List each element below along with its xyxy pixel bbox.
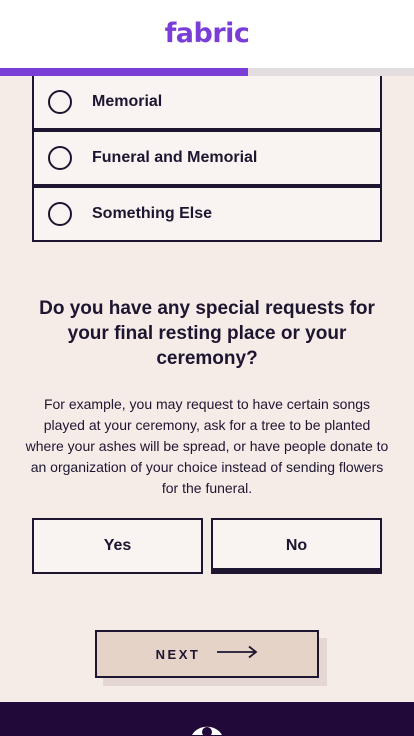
yes-button[interactable]: Yes bbox=[32, 518, 203, 574]
arrow-right-icon bbox=[216, 645, 258, 664]
option-label: Funeral and Memorial bbox=[92, 149, 258, 166]
option-something-else[interactable]: Something Else bbox=[32, 186, 382, 242]
radio-button-icon[interactable] bbox=[48, 202, 72, 226]
radio-button-icon[interactable] bbox=[48, 90, 72, 114]
progress-fill bbox=[0, 68, 249, 76]
question-hint: For example, you may request to have cer… bbox=[25, 396, 389, 496]
next-label: NEXT bbox=[155, 646, 201, 662]
eye-icon[interactable] bbox=[190, 718, 224, 736]
option-memorial[interactable]: Memorial bbox=[32, 76, 382, 130]
option-label: Memorial bbox=[92, 93, 163, 110]
option-funeral-and-memorial[interactable]: Funeral and Memorial bbox=[32, 130, 382, 186]
next-button-wrapper: NEXT bbox=[95, 630, 327, 686]
fabric-logo[interactable]: fabric bbox=[165, 18, 250, 49]
yes-no-group: Yes No bbox=[32, 518, 382, 574]
app-header: fabric bbox=[0, 0, 414, 68]
question-title: Do you have any special requests for you… bbox=[39, 298, 375, 369]
option-label: Something Else bbox=[92, 205, 213, 222]
ceremony-options: Memorial Funeral and Memorial Something … bbox=[32, 76, 382, 242]
next-button[interactable]: NEXT bbox=[95, 630, 319, 678]
footer-bar bbox=[0, 702, 414, 736]
no-button[interactable]: No bbox=[211, 518, 382, 574]
progress-bar bbox=[0, 68, 414, 76]
radio-button-icon[interactable] bbox=[48, 146, 72, 170]
